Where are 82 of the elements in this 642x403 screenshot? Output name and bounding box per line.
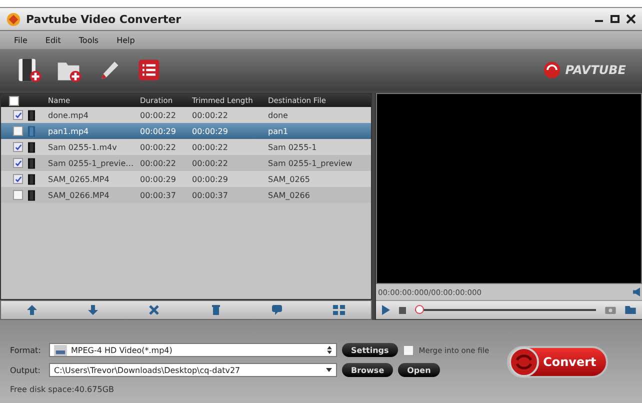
convert-button[interactable]: Convert [507,346,608,378]
dropdown-arrow-icon[interactable] [326,368,332,372]
file-row[interactable]: SAM_0266.MP4 00:00:37 00:00:37 SAM_0266 [1,187,371,203]
slider-thumb[interactable] [415,305,424,314]
film-icon [28,126,35,136]
table-cell-text: pan1.mp4 [48,126,90,136]
convert-icon [509,346,540,376]
table-cell-text: done.mp4 [48,110,90,120]
menu-item[interactable]: Tools [78,36,99,44]
up-arrow-icon[interactable] [26,305,37,315]
app-logo-icon [6,12,21,26]
window-title: Pavtube Video Converter [26,12,182,26]
open-button[interactable]: Open [398,363,440,377]
brand-logo-icon [543,61,562,79]
menu-item[interactable]: File [14,36,28,44]
film-icon [28,158,35,168]
row-checkbox[interactable] [13,110,23,120]
file-row[interactable]: pan1.mp4 00:00:29 00:00:29 pan1 [1,123,371,139]
table-cell-text: 00:00:22 [140,110,177,120]
merge-checkbox[interactable] [402,344,414,356]
table-cell-text: pan1 [268,126,290,136]
file-row[interactable]: SAM_0265.MP4 00:00:29 00:00:29 SAM_0265 [1,171,371,187]
film-icon [28,174,35,184]
row-checkbox[interactable] [13,126,23,136]
format-label: Format: [10,346,42,354]
folder-icon[interactable] [625,306,636,314]
menu-item[interactable]: Edit [45,36,61,44]
table-cell-text: Sam 0255-1_preview [268,158,354,168]
camera-icon[interactable] [605,306,616,314]
table-cell-text: SAM_0266.MP4 [48,190,110,200]
table-cell-text: 00:00:22 [192,158,229,168]
spinner-arrows-icon[interactable] [327,346,332,354]
browse-button[interactable]: Browse [342,363,394,377]
table-cell-text: 00:00:37 [140,190,177,200]
table-cell-text: SAM_0265.MP4 [48,174,110,184]
table-cell-text: 00:00:29 [192,174,229,184]
table-cell-text: Sam 0255-1_previe… [48,158,135,168]
settings-button[interactable]: Settings [342,343,398,357]
format-dropdown[interactable]: MPEG-4 HD Video(*.mp4) [49,343,337,357]
maximize-icon[interactable] [610,14,620,24]
file-row[interactable]: Sam 0255-1.m4v 00:00:22 00:00:22 Sam 0255-1 [1,139,371,155]
menu-item[interactable]: Help [116,36,135,44]
table-cell-text: 00:00:29 [140,126,177,136]
speech-bubble-icon[interactable] [272,305,282,315]
table-cell-text: SAM_0266 [268,190,311,200]
grid-icon[interactable] [333,305,346,315]
file-row[interactable]: Sam 0255-1_previe… 00:00:22 00:00:22 Sam 0255-1_preview [1,155,371,171]
film-icon [28,142,35,152]
add-video-icon[interactable] [16,57,42,83]
file-row[interactable]: done.mp4 00:00:22 00:00:22 done [1,107,371,123]
table-cell-text: 00:00:22 [140,158,177,168]
table-cell-text: 00:00:22 [140,142,177,152]
table-cell-text: 00:00:37 [192,190,229,200]
volume-icon[interactable] [633,287,640,297]
free-disk-space: Free disk space:40.675GB [10,385,116,394]
video-format-icon [54,344,67,356]
table-cell-text: SAM_0265 [268,174,311,184]
table-cell-text: 00:00:29 [140,174,177,184]
play-icon[interactable] [382,305,390,315]
table-cell-text: 00:00:29 [192,126,229,136]
row-checkbox[interactable] [13,142,23,152]
close-icon[interactable] [626,14,636,24]
trash-icon[interactable] [210,305,221,315]
output-label: Output: [10,366,42,374]
list-icon[interactable] [136,57,162,83]
down-arrow-icon[interactable] [88,305,98,315]
film-icon [28,190,35,200]
row-checkbox[interactable] [13,174,23,184]
row-checkbox[interactable] [13,158,23,168]
row-checkbox[interactable] [13,190,23,200]
table-cell-text: 00:00:22 [192,110,229,120]
table-cell-text: 00:00:22 [192,142,229,152]
select-all-checkbox[interactable] [9,96,19,106]
table-cell-text: done [268,110,289,120]
film-icon [28,110,35,120]
delete-icon[interactable] [149,305,160,315]
table-cell-text: Sam 0255-1 [268,142,318,152]
seek-slider[interactable] [415,305,596,315]
table-cell-text: Sam 0255-1.m4v [48,142,118,152]
stop-icon[interactable] [399,306,406,314]
output-path-field[interactable]: C:\Users\Trevor\Downloads\Desktop\cq-datv27 [49,363,337,377]
brand-name: PAVTUBE [565,63,626,77]
